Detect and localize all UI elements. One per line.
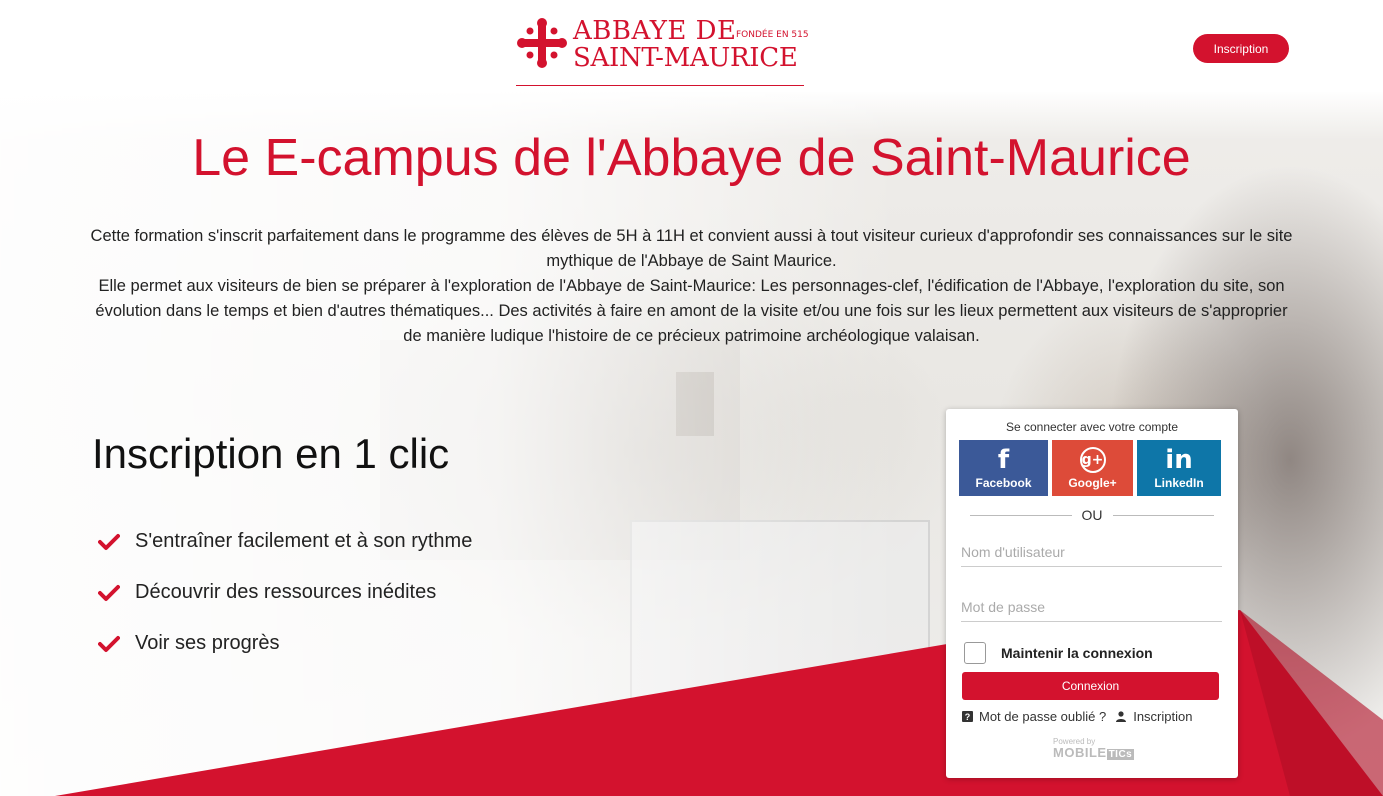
powered-by-logo[interactable]: Powered by MOBILE TICs: [1053, 737, 1135, 762]
divider-line: [970, 514, 1072, 516]
remember-checkbox[interactable]: [964, 642, 986, 664]
facebook-label: Facebook: [975, 476, 1032, 490]
hero-description: Cette formation s'inscrit parfaitement d…: [90, 224, 1293, 349]
abbey-logo[interactable]: ABBAYE DE FONDÉE EN 515 SAINT-MAURICE: [516, 14, 809, 86]
username-field[interactable]: [961, 537, 1222, 567]
feature-item: Découvrir des ressources inédites: [98, 567, 472, 618]
user-icon: [1116, 711, 1127, 722]
login-links: ? Mot de passe oublié ? Inscription: [962, 709, 1224, 724]
linkedin-icon: in: [1165, 445, 1193, 475]
remember-me[interactable]: Maintenir la connexion: [964, 642, 1153, 664]
hero-paragraph-1: Cette formation s'inscrit parfaitement d…: [90, 227, 1293, 270]
google-plus-label: Google+: [1068, 476, 1117, 490]
password-field[interactable]: [961, 592, 1222, 622]
feature-label: Découvrir des ressources inédites: [135, 581, 437, 603]
google-plus-icon: g+: [1079, 447, 1106, 473]
facebook-login-button[interactable]: f Facebook: [959, 440, 1048, 496]
login-panel: Se connecter avec votre compte f Faceboo…: [946, 409, 1238, 778]
check-icon: [98, 584, 120, 601]
question-icon: ?: [962, 711, 973, 722]
powered-by-brand: MOBILE TICs: [1053, 745, 1135, 762]
page-title: Le E-campus de l'Abbaye de Saint-Maurice: [192, 129, 1191, 187]
feature-label: S'entraîner facilement et à son rythme: [135, 530, 473, 552]
logo-founded-text: FONDÉE EN 515: [736, 30, 809, 40]
logo-text-line2: SAINT-MAURICE: [573, 43, 798, 73]
or-divider: OU: [970, 506, 1214, 524]
powered-by-brand-name: MOBILE: [1053, 745, 1107, 760]
check-icon: [98, 635, 120, 652]
check-icon: [98, 533, 120, 550]
register-link[interactable]: Inscription: [1133, 709, 1192, 724]
google-plus-login-button[interactable]: g+ Google+: [1052, 440, 1133, 496]
linkedin-label: LinkedIn: [1154, 476, 1204, 490]
login-submit-button[interactable]: Connexion: [962, 672, 1219, 700]
features-list: S'entraîner facilement et à son rythme D…: [98, 516, 472, 669]
feature-item: S'entraîner facilement et à son rythme: [98, 516, 472, 567]
feature-item: Voir ses progrès: [98, 618, 472, 669]
powered-by-brand-suffix: TICs: [1106, 749, 1135, 760]
or-text: OU: [1081, 507, 1103, 523]
feature-label: Voir ses progrès: [135, 632, 280, 654]
logo-text-line1: ABBAYE DE: [573, 16, 737, 46]
divider-line: [1112, 514, 1214, 516]
features-title: Inscription en 1 clic: [92, 430, 450, 477]
forgot-password-link[interactable]: Mot de passe oublié ?: [979, 709, 1106, 724]
linkedin-login-button[interactable]: in LinkedIn: [1137, 440, 1221, 496]
remember-label: Maintenir la connexion: [1001, 645, 1153, 661]
cross-icon: [517, 18, 567, 68]
header-inscription-button[interactable]: Inscription: [1193, 34, 1289, 63]
facebook-icon: f: [997, 445, 1010, 475]
login-heading: Se connecter avec votre compte: [1005, 420, 1179, 434]
site-header: ABBAYE DE FONDÉE EN 515 SAINT-MAURICE In…: [0, 0, 1383, 92]
hero-paragraph-2: Elle permet aux visiteurs de bien se pré…: [95, 277, 1288, 345]
